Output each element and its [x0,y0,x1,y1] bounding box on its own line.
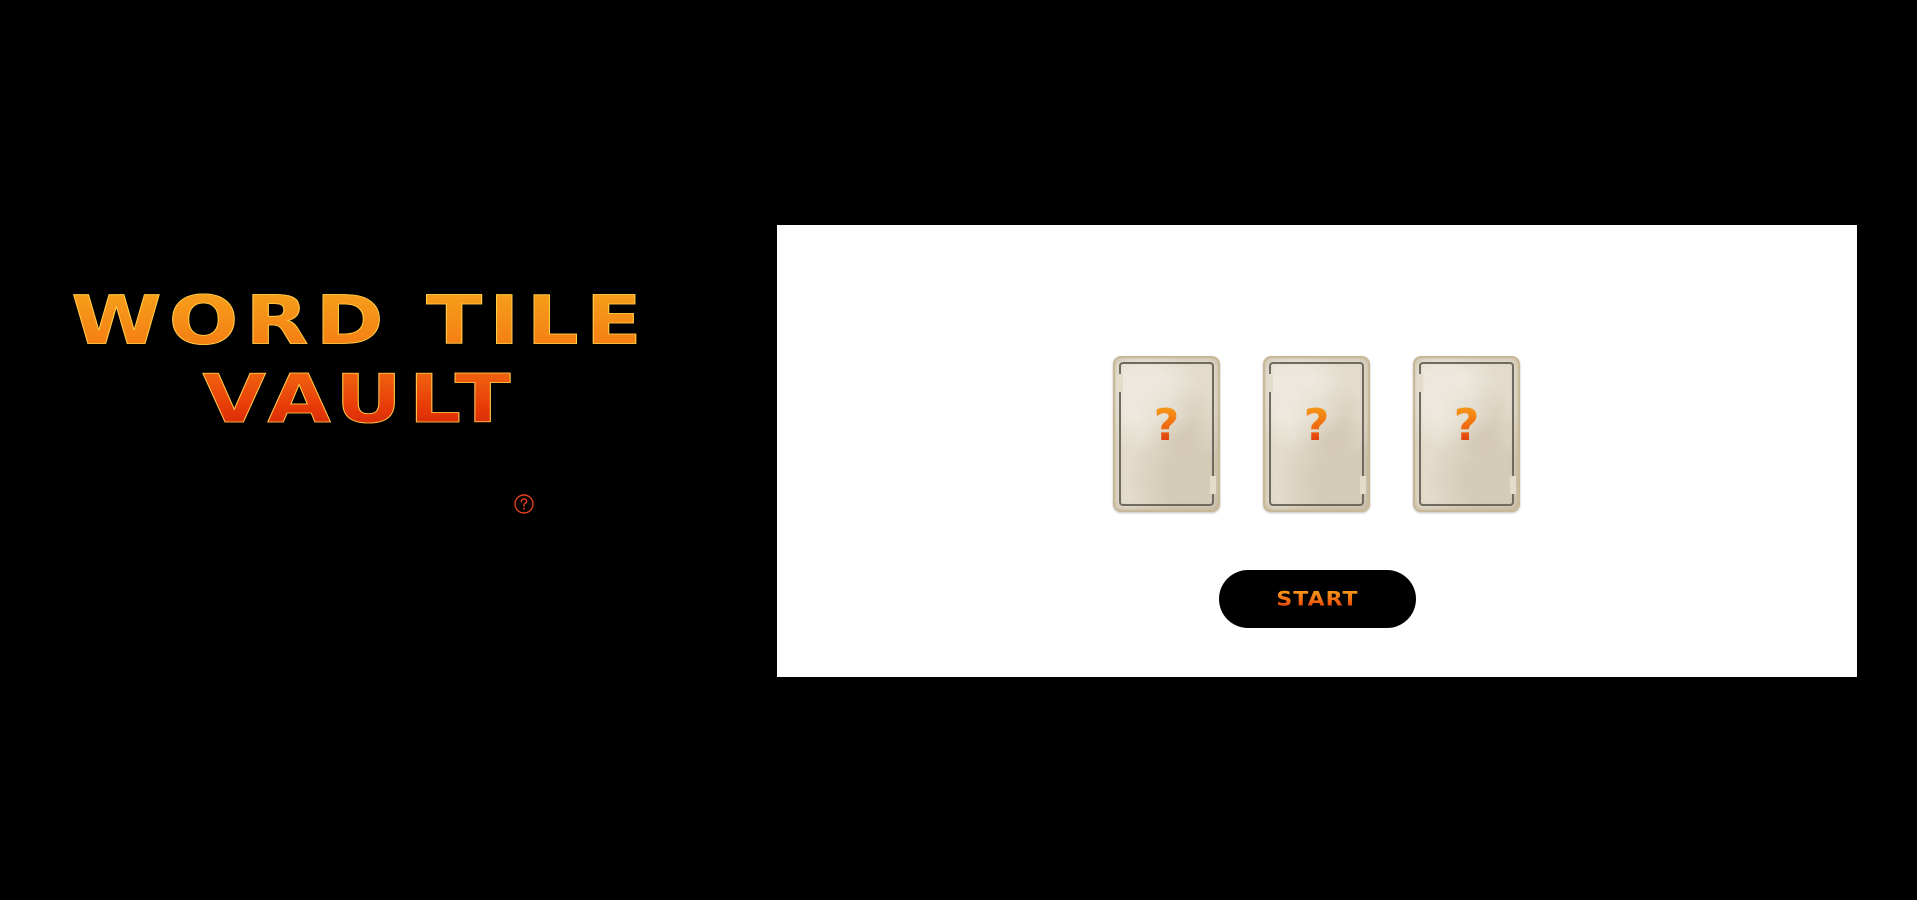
question-mark-icon: ? [1413,402,1520,450]
start-button[interactable]: START [1219,570,1416,628]
help-icon[interactable] [514,494,534,514]
mystery-card-3[interactable]: ? [1413,356,1520,512]
mystery-card-1[interactable]: ? [1113,356,1220,512]
game-title: WORD TILE VAULT [60,282,660,439]
question-mark-icon: ? [1113,402,1220,450]
game-title-line-1: WORD TILE [71,282,649,361]
mystery-card-2[interactable]: ? [1263,356,1370,512]
game-panel: ? ? ? START [777,225,1857,677]
game-title-line-2: VAULT [202,360,518,439]
question-mark-icon: ? [1263,402,1370,450]
game-screen: WORD TILE VAULT ? ? ? START [0,0,1917,900]
card-row: ? ? ? [1113,356,1520,512]
start-button-label: START [1276,587,1359,611]
